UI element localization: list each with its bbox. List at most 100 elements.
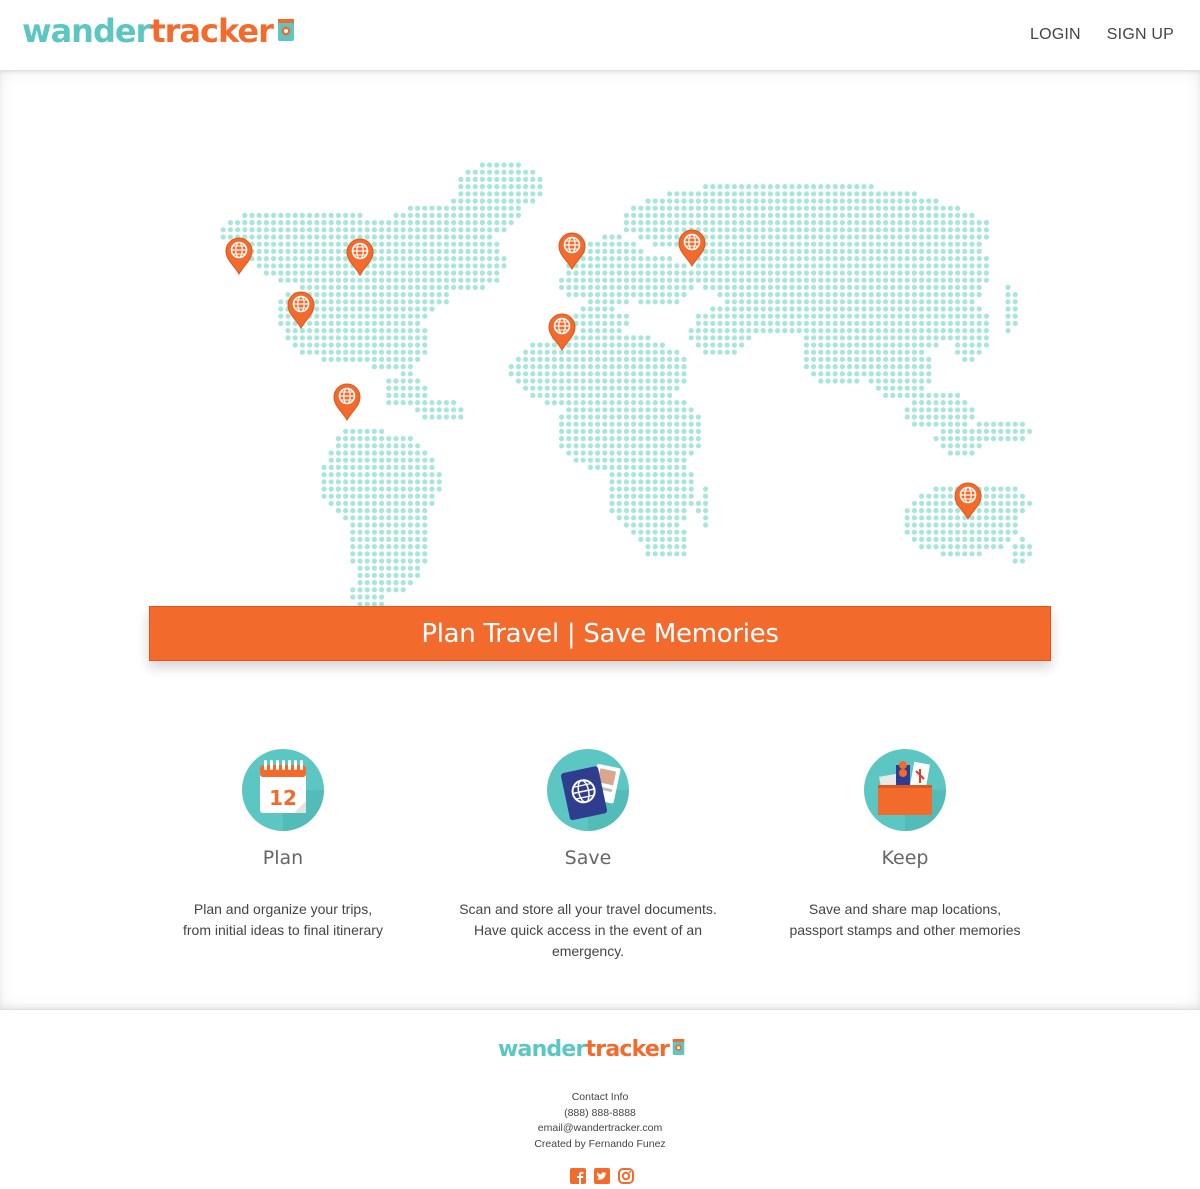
map-dot: [335, 436, 341, 442]
map-dot: [508, 169, 514, 175]
map-dot: [379, 364, 385, 370]
map-dot: [911, 313, 918, 319]
map-dot: [897, 256, 903, 262]
map-dot: [883, 342, 889, 348]
map-dot: [350, 486, 356, 492]
location-pin-icon[interactable]: [225, 237, 253, 276]
map-dot: [731, 335, 738, 341]
map-dot: [962, 407, 968, 413]
map-dot: [933, 212, 939, 218]
map-dot: [256, 256, 262, 262]
map-dot: [328, 241, 334, 247]
map-dot: [847, 378, 853, 384]
map-dot: [897, 220, 903, 226]
map-dot: [688, 436, 694, 442]
map-dot: [832, 263, 838, 269]
map-dot: [652, 263, 658, 269]
map-dot: [796, 227, 802, 233]
map-dot: [638, 536, 644, 542]
map-dot: [926, 270, 932, 276]
signup-link[interactable]: SIGN UP: [1107, 26, 1174, 44]
map-dot: [602, 313, 608, 319]
map-dot: [379, 342, 385, 348]
map-dot: [573, 457, 579, 463]
map-dot: [645, 450, 651, 456]
map-dot: [883, 263, 889, 269]
map-dot: [789, 198, 795, 204]
login-link[interactable]: LOGIN: [1030, 26, 1081, 44]
map-dot: [321, 241, 327, 247]
map-dot: [443, 234, 449, 240]
map-dot: [890, 220, 896, 226]
map-dot: [947, 220, 954, 226]
map-dot: [890, 335, 896, 341]
map-dot: [379, 299, 385, 305]
facebook-icon[interactable]: [570, 1168, 586, 1184]
map-dot: [911, 284, 918, 290]
map-dot: [854, 356, 860, 362]
map-dot: [904, 407, 910, 413]
map-dot: [854, 284, 860, 290]
location-pin-icon[interactable]: [558, 232, 586, 271]
map-dot: [839, 198, 846, 204]
location-pin-icon[interactable]: [954, 482, 982, 521]
map-dot: [659, 536, 666, 542]
instagram-icon[interactable]: [618, 1168, 634, 1184]
location-pin-icon[interactable]: [346, 238, 374, 277]
map-dot: [955, 220, 961, 226]
map-dot: [933, 220, 939, 226]
map-dot: [818, 256, 824, 262]
map-dot: [631, 385, 637, 391]
map-dot: [976, 241, 982, 247]
map-dot: [443, 256, 449, 262]
footer-logo[interactable]: wander tracker: [498, 1037, 685, 1062]
map-dot: [782, 313, 788, 319]
map-dot: [818, 198, 824, 204]
twitter-icon[interactable]: [594, 1168, 610, 1184]
map-dot: [753, 248, 759, 254]
map-dot: [911, 378, 918, 384]
map-dot: [710, 270, 716, 276]
map-dot: [566, 407, 572, 413]
map-dot: [897, 248, 903, 254]
map-dot: [487, 205, 493, 211]
location-pin-icon[interactable]: [678, 229, 706, 268]
map-dot: [911, 191, 918, 197]
map-dot: [587, 443, 593, 449]
map-dot: [494, 277, 500, 283]
map-dot: [595, 457, 601, 463]
brand-logo[interactable]: wander tracker: [22, 12, 295, 50]
contact-email[interactable]: email@wandertracker.com: [0, 1121, 1200, 1137]
map-dot: [379, 551, 385, 557]
map-dot: [501, 227, 507, 233]
map-dot: [1027, 551, 1033, 557]
map-dot: [645, 227, 651, 233]
map-dot: [314, 284, 320, 290]
map-dot: [364, 356, 370, 362]
map-dot: [659, 364, 666, 370]
map-dot: [631, 515, 637, 521]
map-dot: [659, 407, 666, 413]
map-dot: [479, 220, 485, 226]
map-dot: [652, 392, 658, 398]
map-dot: [350, 450, 356, 456]
map-dot: [789, 205, 795, 211]
map-dot: [609, 421, 615, 427]
map-dot: [717, 313, 723, 319]
map-dot: [285, 277, 291, 283]
map-dot: [825, 371, 831, 377]
map-dot: [645, 544, 651, 550]
map-dot: [328, 493, 334, 499]
map-dot: [609, 320, 615, 326]
map-dot: [631, 450, 637, 456]
map-dot: [364, 486, 370, 492]
map-dot: [789, 256, 795, 262]
map-dot: [919, 385, 925, 391]
map-dot: [674, 436, 680, 442]
location-pin-icon[interactable]: [333, 383, 361, 422]
map-dot: [544, 342, 550, 348]
map-dot: [897, 364, 903, 370]
map-dot: [825, 306, 831, 312]
map-dot: [616, 292, 622, 298]
map-dot: [595, 313, 601, 319]
